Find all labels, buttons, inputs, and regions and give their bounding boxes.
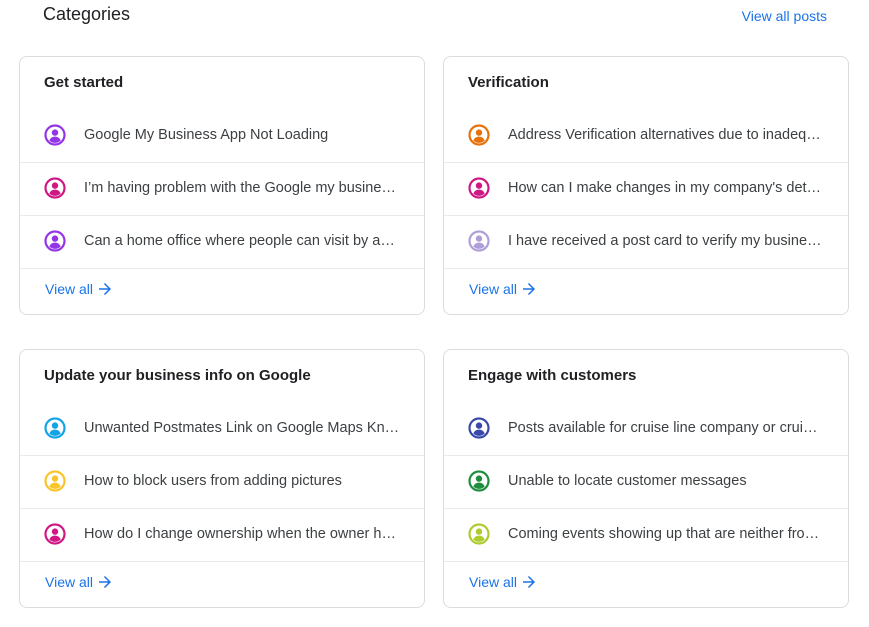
- user-avatar-icon: [44, 417, 66, 439]
- post-title: Unwanted Postmates Link on Google Maps K…: [84, 420, 400, 436]
- post-list-item[interactable]: How to block users from adding pictures: [20, 455, 424, 509]
- view-all-label: View all: [469, 281, 517, 297]
- categories-title: Categories: [43, 4, 131, 24]
- post-list-item[interactable]: Unable to locate customer messages: [444, 455, 848, 509]
- post-list-item[interactable]: How do I change ownership when the owner…: [20, 508, 424, 562]
- user-avatar-icon: [468, 124, 490, 146]
- category-card: Engage with customers Posts available for…: [443, 349, 849, 608]
- post-title: Google My Business App Not Loading: [84, 127, 329, 143]
- user-avatar-icon: [468, 417, 490, 439]
- category-title: Update your business info on Google: [44, 367, 311, 384]
- post-title: How do I change ownership when the owner…: [84, 526, 400, 542]
- user-avatar-icon: [468, 470, 490, 492]
- arrow-right-icon: [99, 283, 111, 295]
- user-avatar-icon: [468, 177, 490, 199]
- view-all-posts-link[interactable]: View all posts: [742, 8, 827, 24]
- post-list-item[interactable]: Unwanted Postmates Link on Google Maps K…: [20, 402, 424, 456]
- post-title: How can I make changes in my company's d…: [508, 180, 824, 196]
- category-card: Update your business info on Google Unwan…: [19, 349, 425, 608]
- user-avatar-icon: [468, 230, 490, 252]
- post-list-item[interactable]: Address Verification alternatives due to…: [444, 109, 848, 163]
- view-all-link[interactable]: View all: [469, 573, 538, 591]
- view-all-link[interactable]: View all: [469, 280, 538, 298]
- post-list-item[interactable]: Posts available for cruise line company …: [444, 402, 848, 456]
- post-title: I’m having problem with the Google my bu…: [84, 180, 400, 196]
- post-list-item[interactable]: Google My Business App Not Loading: [20, 109, 424, 163]
- post-title: I have received a post card to verify my…: [508, 233, 824, 249]
- user-avatar-icon: [44, 230, 66, 252]
- view-all-label: View all: [45, 281, 93, 297]
- category-title: Get started: [44, 74, 124, 91]
- view-all-link[interactable]: View all: [45, 573, 114, 591]
- category-title: Engage with customers: [468, 367, 637, 384]
- arrow-right-icon: [523, 283, 535, 295]
- user-avatar-icon: [44, 177, 66, 199]
- post-title: Coming events showing up that are neithe…: [508, 526, 824, 542]
- category-title: Verification: [468, 74, 549, 91]
- user-avatar-icon: [468, 523, 490, 545]
- category-card: Verification Address Verification alterna…: [443, 56, 849, 315]
- post-list-item[interactable]: I’m having problem with the Google my bu…: [20, 162, 424, 216]
- post-title: Can a home office where people can visit…: [84, 233, 400, 249]
- post-title: How to block users from adding pictures: [84, 473, 342, 489]
- post-list-item[interactable]: Coming events showing up that are neithe…: [444, 508, 848, 562]
- view-all-label: View all: [45, 574, 93, 590]
- user-avatar-icon: [44, 124, 66, 146]
- category-card: Get started Google My Business App Not Lo…: [19, 56, 425, 315]
- post-list-item[interactable]: Can a home office where people can visit…: [20, 215, 424, 269]
- arrow-right-icon: [523, 576, 535, 588]
- user-avatar-icon: [44, 523, 66, 545]
- post-title: Address Verification alternatives due to…: [508, 127, 824, 143]
- user-avatar-icon: [44, 470, 66, 492]
- post-list-item[interactable]: I have received a post card to verify my…: [444, 215, 848, 269]
- post-list-item[interactable]: How can I make changes in my company's d…: [444, 162, 848, 216]
- view-all-link[interactable]: View all: [45, 280, 114, 298]
- view-all-label: View all: [469, 574, 517, 590]
- arrow-right-icon: [99, 576, 111, 588]
- post-title: Posts available for cruise line company …: [508, 420, 824, 436]
- post-title: Unable to locate customer messages: [508, 473, 747, 489]
